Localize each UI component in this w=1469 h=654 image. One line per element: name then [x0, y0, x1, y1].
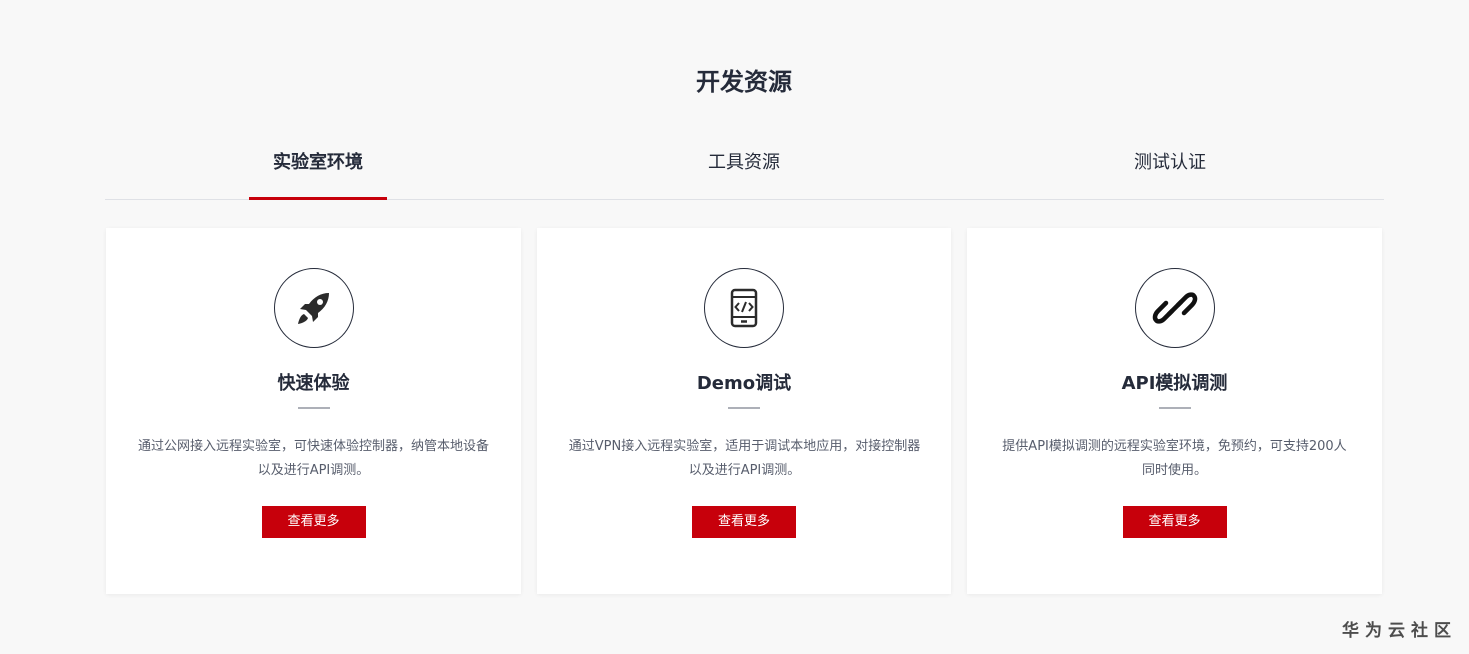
link-icon-circle: [1134, 268, 1215, 348]
card-demo-debug: Demo调试 通过VPN接入远程实验室，适用于调试本地应用，对接控制器以及进行A…: [537, 228, 951, 594]
tab-bar: 实验室环境 工具资源 测试认证: [105, 140, 1384, 200]
link-icon: [1152, 292, 1197, 324]
card-description: 通过公网接入远程实验室，可快速体验控制器，纳管本地设备以及进行API调测。: [137, 439, 489, 478]
tab-lab-environment[interactable]: 实验室环境: [249, 140, 387, 200]
code-device-icon: [730, 288, 758, 328]
section-title: 开发资源: [696, 68, 792, 96]
code-device-icon-circle: [704, 268, 784, 348]
rocket-icon-circle: [273, 268, 354, 348]
card-description: 通过VPN接入远程实验室，适用于调试本地应用，对接控制器以及进行API调测。: [568, 439, 921, 478]
card-title: 快速体验: [277, 373, 350, 394]
card-quick-experience: 快速体验 通过公网接入远程实验室，可快速体验控制器，纳管本地设备以及进行API调…: [106, 228, 521, 594]
rocket-icon: [297, 293, 329, 324]
card-description: 提供API模拟调测的远程实验室环境，免预约，可支持200人同时使用。: [1002, 439, 1347, 478]
title-divider: [728, 407, 760, 409]
view-more-button[interactable]: 查看更多: [692, 506, 796, 538]
card-api-simulation: API模拟调测 提供API模拟调测的远程实验室环境，免预约，可支持200人同时使…: [967, 228, 1382, 594]
title-divider: [1158, 407, 1191, 409]
tab-tool-resources[interactable]: 工具资源: [673, 140, 815, 199]
card-title: Demo调试: [696, 373, 792, 394]
watermark: 华为云社区: [1342, 621, 1457, 641]
view-more-button[interactable]: 查看更多: [1122, 506, 1227, 538]
title-divider: [297, 407, 330, 409]
tab-test-certification[interactable]: 测试认证: [1099, 140, 1241, 199]
card-title: API模拟调测: [1121, 373, 1228, 394]
view-more-button[interactable]: 查看更多: [261, 506, 366, 538]
